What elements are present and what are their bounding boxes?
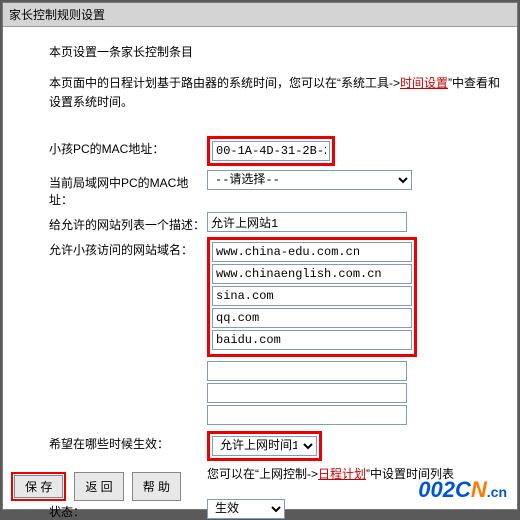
schedule-plan-link[interactable]: 日程计划 [318,467,366,481]
panel-content: 本页设置一条家长控制条目 本页面中的日程计划基于路由器的系统时间，您可以在“系统… [3,27,517,520]
save-button[interactable]: 保 存 [14,475,63,498]
domain-input-6[interactable] [207,361,407,381]
label-lanmac: 当前局域网中PC的MAC地址： [49,170,207,208]
panel-title: 家长控制规则设置 [3,3,517,27]
domain-input-2[interactable] [212,264,412,284]
watermark: 002CN.cn [418,477,507,503]
domain-input-1[interactable] [212,242,412,262]
domain-input-8[interactable] [207,405,407,425]
row-desc: 给允许的网站列表一个描述： [49,212,509,233]
row-domain: 允许小孩访问的网站域名： [49,237,509,427]
highlight-sched: 允许上网时间1 [207,431,322,461]
domain-input-3[interactable] [212,286,412,306]
domain-input-4[interactable] [212,308,412,328]
lanmac-select[interactable]: --请选择-- [207,170,412,190]
help-button[interactable]: 帮 助 [132,472,181,501]
button-bar: 保 存 返 回 帮 助 [11,472,181,501]
highlight-save: 保 存 [11,472,66,501]
label-sched: 希望在哪些时候生效： [49,431,207,452]
sched-select[interactable]: 允许上网时间1 [212,436,317,456]
watermark-part1: 002C [418,477,471,502]
row-lanmac: 当前局域网中PC的MAC地址： --请选择-- [49,170,509,208]
intro-line-1: 本页设置一条家长控制条目 [49,43,509,60]
label-status: 状态： [49,499,207,520]
status-select[interactable]: 生效 [207,499,285,519]
intro2-text-a: 本页面中的日程计划基于路由器的系统时间，您可以在“系统工具-> [49,76,400,90]
label-mac: 小孩PC的MAC地址： [49,136,207,157]
domain-input-5[interactable] [212,330,412,350]
extra-domain-stack [207,361,509,425]
desc-input[interactable] [207,212,407,232]
intro-line-2: 本页面中的日程计划基于路由器的系统时间，您可以在“系统工具->时间设置”中查看和… [49,74,509,112]
settings-panel: 家长控制规则设置 本页设置一条家长控制条目 本页面中的日程计划基于路由器的系统时… [2,2,518,510]
label-desc: 给允许的网站列表一个描述： [49,212,207,233]
row-mac: 小孩PC的MAC地址： [49,136,509,166]
time-settings-link[interactable]: 时间设置 [400,76,448,90]
watermark-part2: N [471,477,487,502]
domain-input-7[interactable] [207,383,407,403]
back-button[interactable]: 返 回 [74,472,123,501]
label-domain: 允许小孩访问的网站域名： [49,237,207,258]
highlight-mac [207,136,335,166]
sched-note-a: 您可以在“上网控制-> [207,467,318,481]
highlight-domains [207,237,417,357]
mac-input[interactable] [212,141,330,161]
watermark-part3: .cn [487,484,507,500]
